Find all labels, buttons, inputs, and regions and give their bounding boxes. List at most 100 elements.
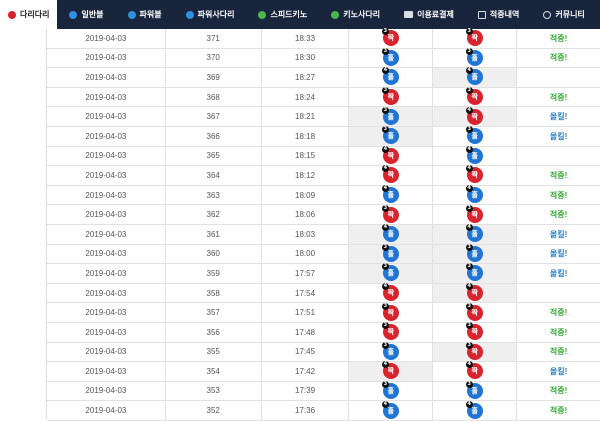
ball-count-badge: 3 — [465, 243, 473, 251]
table-row: 2019-04-03 361 18:03 4 홀 4 홀 올킬! — [47, 224, 600, 245]
round-cell: 363 — [166, 185, 262, 205]
ball-label: 짝 — [387, 93, 395, 102]
red-ball-icon: 4짝 — [381, 283, 399, 302]
blue-ball-icon: 4홀 — [381, 400, 399, 419]
nav-item-5[interactable]: 키노사다리 — [319, 0, 392, 29]
ball-count-badge: 4 — [381, 400, 389, 408]
right-pick-cell: 4짝 — [433, 361, 518, 381]
left-pick-cell: 4홀 — [349, 400, 434, 420]
red-ball-icon: 4짝 — [381, 361, 399, 380]
result-cell: 올킬! — [549, 249, 568, 259]
time-cell: 18:00 — [262, 244, 350, 264]
table-row: 2019-04-03 354 17:42 4 짝 4 짝 올킬! — [47, 361, 600, 382]
ring-icon — [543, 10, 552, 19]
time-cell: 17:42 — [262, 362, 350, 381]
table-row: 2019-04-03 369 18:27 4 홀 4 홀 — [47, 67, 600, 88]
blue-ball-icon: 3홀 — [465, 126, 483, 145]
result-cell: 적중! — [549, 308, 568, 318]
round-cell: 367 — [166, 107, 262, 126]
result-cell: 적중! — [549, 386, 568, 396]
left-pick-cell: 3짝 — [349, 204, 434, 224]
table-row: 2019-04-03 364 18:12 4 짝 4 짝 적중! — [47, 165, 600, 186]
time-cell: 17:57 — [262, 264, 350, 283]
right-pick-cell: 4짝 — [433, 165, 518, 185]
table-row: 2019-04-03 365 18:15 4 짝 4 홀 — [47, 145, 600, 167]
ball-label: 홀 — [387, 347, 395, 356]
left-pick-cell: 3짝 — [349, 87, 434, 107]
result-cell: 적중! — [549, 170, 568, 180]
time-cell: 18:03 — [262, 224, 350, 244]
ball-count-badge: 4 — [381, 145, 389, 153]
ball-count-badge: 3 — [465, 87, 473, 95]
nav-item-1[interactable]: 일반볼 — [57, 0, 115, 29]
blue-ball-icon: 4홀 — [381, 224, 399, 243]
round-cell: 365 — [166, 146, 262, 166]
right-pick-cell: 3짝 — [433, 302, 518, 322]
table-row: 2019-04-03 355 17:45 3 홀 3 짝 적중! — [47, 341, 600, 363]
ball-label: 짝 — [471, 289, 478, 298]
ball-count-badge: 3 — [465, 341, 473, 349]
red-ball-icon: 3짝 — [381, 204, 399, 223]
ball-label: 짝 — [387, 308, 395, 317]
red-ball-icon: 3짝 — [465, 204, 483, 223]
green-dot-icon — [258, 10, 267, 19]
right-pick-cell: 3짝 — [433, 87, 518, 107]
nav-item-2[interactable]: 파워볼 — [116, 0, 174, 29]
ball-label: 홀 — [471, 386, 478, 395]
ball-label: 홀 — [387, 53, 395, 62]
result-cell: 적중! — [549, 33, 568, 43]
ball-label: 홀 — [387, 230, 395, 239]
result-cell — [517, 147, 600, 166]
blue-ball-icon: 3홀 — [465, 380, 483, 399]
blue-ball-icon: 3홀 — [381, 341, 399, 360]
nav-item-6[interactable]: 이용료결제 — [392, 0, 466, 29]
left-pick-cell: 3홀 — [349, 106, 434, 126]
right-pick-cell: 4홀 — [433, 224, 518, 244]
nav-item-8[interactable]: 커뮤니티 — [531, 0, 596, 29]
red-ball-icon: 3짝 — [381, 322, 399, 341]
result-cell: 적중! — [549, 210, 568, 220]
result-cell: 적중! — [549, 53, 568, 63]
date-cell: 2019-04-03 — [47, 146, 166, 166]
blue-ball-icon: 3홀 — [381, 263, 399, 282]
time-cell: 17:51 — [262, 303, 350, 322]
round-cell: 359 — [166, 264, 262, 283]
ball-count-badge: 3 — [381, 204, 389, 212]
nav-item-4[interactable]: 스피드키노 — [246, 0, 319, 29]
checkbox-icon — [477, 10, 486, 19]
right-pick-cell: 3홀 — [433, 47, 518, 68]
nav-item-label: 이용료결제 — [417, 10, 454, 19]
nav-item-label: 다리다리 — [20, 10, 50, 19]
table-row: 2019-04-03 357 17:51 3 짝 3 짝 적중! — [47, 302, 600, 323]
ball-label: 짝 — [387, 210, 395, 219]
table-row: 2019-04-03 356 17:48 3 짝 3 짝 적중! — [47, 322, 600, 343]
nav-item-label: 일반볼 — [81, 10, 104, 19]
date-cell: 2019-04-03 — [47, 166, 166, 185]
right-pick-cell: 3짝 — [433, 322, 518, 342]
table-row: 2019-04-03 359 17:57 3 홀 3 홀 올킬! — [47, 263, 600, 284]
table-row: 2019-04-03 360 18:00 3 홀 3 홀 올킬! — [47, 243, 600, 265]
nav-item-3[interactable]: 파워사다리 — [174, 0, 247, 29]
date-cell: 2019-04-03 — [47, 244, 166, 264]
top-navigation: 다리다리일반볼파워볼파워사다리스피드키노키노사다리이용료결제적중내역커뮤니티파트… — [0, 0, 600, 29]
blue-ball-icon: 4홀 — [381, 67, 399, 86]
red-ball-icon: 4짝 — [381, 145, 399, 164]
round-cell: 366 — [166, 126, 262, 146]
round-cell: 357 — [166, 303, 262, 322]
ball-label: 홀 — [387, 132, 395, 141]
time-cell: 18:15 — [262, 146, 350, 166]
round-cell: 356 — [166, 322, 262, 342]
nav-item-0[interactable]: 다리다리 — [0, 0, 58, 29]
nav-item-label: 키노사다리 — [343, 10, 381, 19]
right-pick-cell: 4홀 — [433, 145, 518, 166]
ball-label: 홀 — [471, 151, 478, 160]
blue-ball-icon: 3홀 — [381, 380, 399, 399]
nav-item-7[interactable]: 적중내역 — [466, 0, 531, 29]
ball-label: 홀 — [471, 406, 478, 415]
round-cell: 369 — [166, 68, 262, 87]
round-cell: 355 — [166, 342, 262, 362]
ball-label: 짝 — [387, 328, 395, 337]
table-row: 2019-04-03 362 18:06 3 짝 3 짝 적중! — [47, 204, 600, 225]
red-ball-icon: 4짝 — [465, 361, 483, 380]
date-cell: 2019-04-03 — [47, 342, 166, 362]
